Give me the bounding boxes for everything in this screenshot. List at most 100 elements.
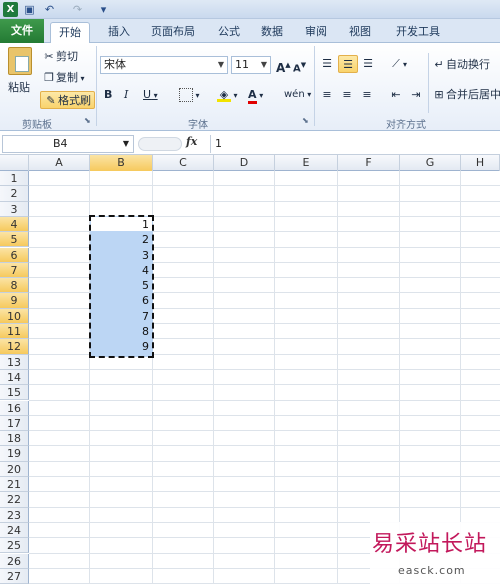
- align-bottom-icon: ☰: [363, 57, 373, 70]
- align-center-button[interactable]: ≡: [340, 86, 354, 104]
- row-header-25[interactable]: 25: [0, 538, 29, 554]
- row-header-3[interactable]: 3: [0, 201, 29, 217]
- redo-icon[interactable]: ↷: [70, 2, 85, 17]
- gridline-row: [29, 445, 500, 447]
- tab-developer[interactable]: 开发工具: [388, 22, 448, 43]
- merge-cells-icon: ⊞: [434, 88, 444, 101]
- paintbrush-icon: ✎: [46, 94, 56, 107]
- row-header-17[interactable]: 17: [0, 415, 29, 432]
- customize-quick-access-icon[interactable]: ▾: [96, 2, 111, 17]
- formula-input[interactable]: 1: [210, 135, 498, 153]
- formula-bar-splitter[interactable]: [138, 137, 182, 151]
- tab-page-layout[interactable]: 页面布局: [143, 22, 203, 43]
- phonetic-button[interactable]: wén ▾: [284, 86, 311, 104]
- italic-button[interactable]: I: [124, 86, 128, 104]
- column-header-c[interactable]: C: [153, 155, 214, 171]
- clipboard-launcher-icon[interactable]: ⬊: [84, 116, 91, 125]
- paste-button[interactable]: 粘贴: [8, 79, 30, 97]
- row-header-22[interactable]: 22: [0, 492, 29, 508]
- cut-button[interactable]: ✂ 剪切: [42, 48, 78, 66]
- row-header-8[interactable]: 8: [0, 278, 29, 294]
- orientation-button[interactable]: ⟋ ▾: [389, 55, 407, 73]
- name-box[interactable]: B4 ▼: [2, 135, 134, 153]
- orientation-icon: ⟋: [392, 57, 400, 70]
- copy-button[interactable]: ❐ 复制 ▾: [42, 69, 85, 87]
- column-header-g[interactable]: G: [400, 155, 461, 171]
- tab-view[interactable]: 视图: [341, 22, 379, 43]
- select-all-corner[interactable]: [0, 155, 29, 171]
- align-bottom-button[interactable]: ☰: [361, 55, 375, 73]
- row-header-6[interactable]: 6: [0, 247, 29, 263]
- row-header-1[interactable]: 1: [0, 171, 29, 187]
- copy-marquee: [89, 215, 154, 358]
- align-center-icon: ≡: [342, 88, 352, 101]
- undo-icon[interactable]: ↶: [42, 2, 57, 17]
- gridline-row: [29, 506, 500, 508]
- font-name-value: 宋体: [104, 58, 126, 71]
- row-header-27[interactable]: 27: [0, 568, 29, 584]
- tab-file[interactable]: 文件: [0, 19, 44, 43]
- clipboard-group-label: 剪贴板: [22, 120, 52, 131]
- row-header-2[interactable]: 2: [0, 186, 29, 202]
- underline-button[interactable]: U ▾: [143, 86, 158, 104]
- font-size-select[interactable]: 11 ▼: [231, 56, 271, 74]
- paint-bucket-icon: ◈: [217, 88, 231, 102]
- row-header-14[interactable]: 14: [0, 369, 29, 386]
- column-header-b[interactable]: B: [90, 155, 153, 171]
- font-color-button[interactable]: A ▾: [248, 86, 263, 104]
- increase-indent-button[interactable]: ⇥: [409, 86, 423, 104]
- gridline-row: [29, 460, 500, 462]
- watermark-url: easck.com: [398, 564, 466, 577]
- row-header-13[interactable]: 13: [0, 354, 29, 370]
- shrink-font-button[interactable]: A▼: [293, 56, 306, 74]
- merge-center-button[interactable]: ⊞ 合并后居中: [432, 86, 500, 104]
- row-header-19[interactable]: 19: [0, 446, 29, 462]
- row-header-18[interactable]: 18: [0, 431, 29, 447]
- row-header-7[interactable]: 7: [0, 262, 29, 279]
- bold-button[interactable]: B: [104, 86, 112, 104]
- gridline-row: [29, 185, 500, 187]
- font-color-label: A: [248, 88, 257, 104]
- borders-button[interactable]: ▾: [179, 86, 200, 104]
- ribbon-tabs: 文件 开始 插入 页面布局 公式 数据 审阅 视图 开发工具: [0, 19, 500, 44]
- row-header-16[interactable]: 16: [0, 400, 29, 416]
- wrap-text-button[interactable]: ↵ 自动换行: [432, 56, 490, 74]
- row-header-24[interactable]: 24: [0, 522, 29, 539]
- row-header-12[interactable]: 12: [0, 339, 29, 355]
- row-header-4[interactable]: 4: [0, 216, 29, 233]
- row-header-21[interactable]: 21: [0, 477, 29, 493]
- row-header-26[interactable]: 26: [0, 553, 29, 569]
- row-header-10[interactable]: 10: [0, 308, 29, 324]
- save-icon[interactable]: ▣: [22, 2, 37, 17]
- spreadsheet-grid[interactable]: A B C D E F G H 1 2 3 4 5 6 7 8 9 10 11 12 13 14 15 16 1…: [0, 155, 500, 584]
- row-header-23[interactable]: 23: [0, 507, 29, 523]
- align-middle-button[interactable]: ☰: [338, 55, 358, 73]
- tab-formulas[interactable]: 公式: [210, 22, 248, 43]
- align-top-button[interactable]: ☰: [320, 55, 334, 73]
- align-middle-icon: ☰: [343, 58, 353, 71]
- row-header-20[interactable]: 20: [0, 461, 29, 477]
- tab-data[interactable]: 数据: [253, 22, 291, 43]
- row-header-5[interactable]: 5: [0, 232, 29, 248]
- row-header-15[interactable]: 15: [0, 385, 29, 401]
- column-header-f[interactable]: F: [338, 155, 400, 171]
- fill-color-button[interactable]: ◈ ▾: [217, 86, 238, 104]
- paste-icon[interactable]: [8, 47, 32, 75]
- tab-review[interactable]: 审阅: [297, 22, 335, 43]
- align-left-button[interactable]: ≡: [320, 86, 334, 104]
- font-name-select[interactable]: 宋体 ▼: [100, 56, 228, 74]
- tab-home[interactable]: 开始: [50, 22, 90, 44]
- row-header-11[interactable]: 11: [0, 324, 29, 340]
- row-header-9[interactable]: 9: [0, 293, 29, 309]
- font-launcher-icon[interactable]: ⬊: [302, 116, 309, 125]
- column-header-e[interactable]: E: [275, 155, 338, 171]
- decrease-indent-button[interactable]: ⇤: [389, 86, 403, 104]
- column-header-d[interactable]: D: [214, 155, 275, 171]
- grow-font-button[interactable]: A▲: [276, 56, 291, 75]
- insert-function-icon[interactable]: fx: [186, 135, 197, 148]
- format-painter-button[interactable]: ✎ 格式刷: [40, 91, 95, 109]
- tab-insert[interactable]: 插入: [100, 22, 138, 43]
- column-header-a[interactable]: A: [29, 155, 90, 171]
- column-header-h[interactable]: H: [461, 155, 500, 171]
- align-right-button[interactable]: ≡: [360, 86, 374, 104]
